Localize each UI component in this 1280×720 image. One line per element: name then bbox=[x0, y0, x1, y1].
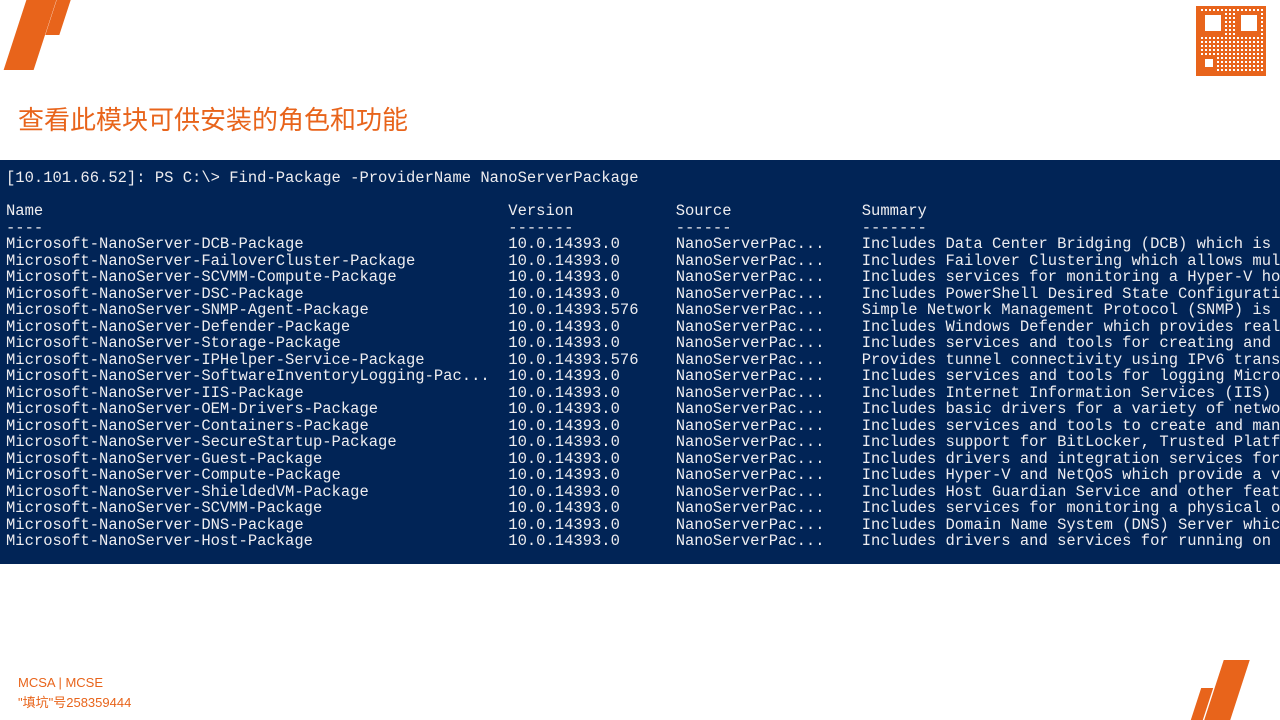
footer-credits: MCSA | MCSE "填坑"号258359444 bbox=[18, 673, 131, 712]
footer-line2: "填坑"号258359444 bbox=[18, 693, 131, 713]
logo-bar bbox=[4, 0, 57, 70]
powershell-terminal: [10.101.66.52]: PS C:\> Find-Package -Pr… bbox=[0, 160, 1280, 564]
terminal-output: Name Version Source Summary ---- -------… bbox=[6, 202, 1280, 550]
qr-corner bbox=[1201, 55, 1217, 71]
bottom-logo bbox=[1196, 660, 1240, 720]
top-logo bbox=[15, 0, 65, 70]
footer-line1: MCSA | MCSE bbox=[18, 673, 131, 693]
terminal-prompt: [10.101.66.52]: PS C:\> Find-Package -Pr… bbox=[6, 169, 639, 187]
qr-code bbox=[1196, 6, 1266, 76]
slide-title: 查看此模块可供安装的角色和功能 bbox=[18, 100, 408, 137]
